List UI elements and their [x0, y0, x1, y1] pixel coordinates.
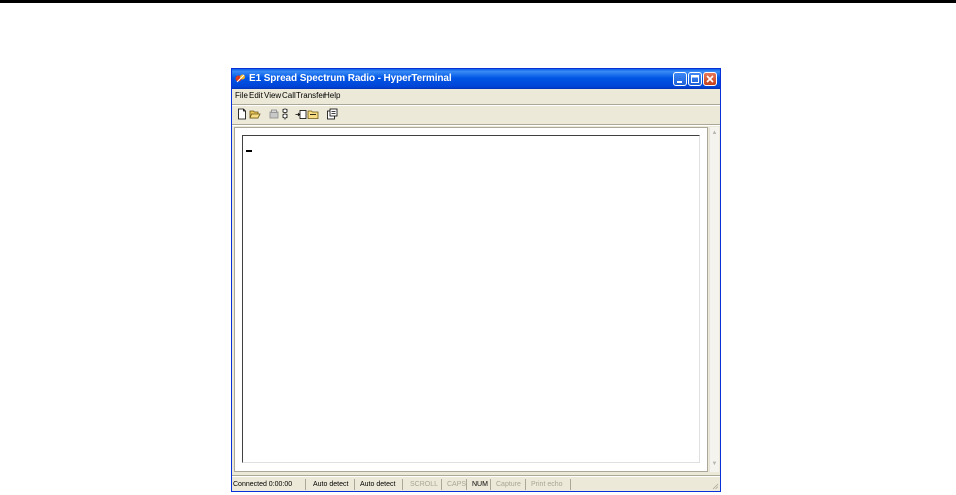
status-detect-2: Auto detect [360, 481, 396, 488]
status-connected: Connected 0:00:00 [233, 481, 293, 488]
window-title: E1 Spread Spectrum Radio - HyperTerminal [249, 73, 452, 84]
disconnect-icon[interactable] [279, 108, 291, 120]
menu-edit[interactable]: Edit [249, 89, 263, 103]
menu-file[interactable]: File [235, 89, 248, 103]
toolbar [232, 106, 720, 123]
status-divider [570, 479, 571, 490]
maximize-button[interactable] [688, 72, 702, 86]
close-button[interactable] [703, 72, 717, 86]
status-divider [525, 479, 526, 490]
status-separator-highlight [232, 476, 720, 477]
top-rule [0, 0, 956, 3]
menu-call[interactable]: Call [282, 89, 296, 103]
status-print-echo: Print echo [531, 481, 563, 488]
properties-icon[interactable] [326, 108, 338, 120]
status-divider [441, 479, 442, 490]
status-scroll: SCROLL [410, 481, 439, 488]
menu-help[interactable]: Help [324, 89, 340, 103]
maximize-icon [691, 75, 699, 83]
minimize-icon [677, 81, 682, 83]
open-folder-icon[interactable] [249, 108, 261, 120]
menu-bar: File Edit View Call Transfer Help [232, 89, 720, 103]
receive-file-icon[interactable] [307, 108, 319, 120]
title-bar[interactable]: E1 Spread Spectrum Radio - HyperTerminal [232, 69, 720, 89]
text-cursor [246, 150, 252, 152]
close-icon [706, 75, 714, 83]
menu-transfer[interactable]: Transfer [296, 89, 326, 103]
terminal-frame [234, 127, 708, 472]
menu-view[interactable]: View [264, 89, 281, 103]
status-bar: Connected 0:00:00 Auto detect Auto detec… [232, 478, 720, 491]
status-divider [490, 479, 491, 490]
hyperterminal-app-icon[interactable] [235, 73, 246, 84]
send-file-icon[interactable] [295, 108, 307, 120]
status-caps: CAPS [447, 481, 467, 488]
minimize-button[interactable] [673, 72, 687, 86]
resize-grip-icon[interactable] [712, 482, 719, 490]
status-divider [402, 479, 403, 490]
status-divider [305, 479, 306, 490]
scroll-up-icon[interactable]: ▲ [711, 129, 718, 137]
hyperterminal-window: E1 Spread Spectrum Radio - HyperTerminal… [231, 68, 721, 492]
status-detect-1: Auto detect [313, 481, 349, 488]
new-document-icon[interactable] [236, 108, 248, 120]
terminal-screen[interactable] [242, 135, 700, 463]
vertical-scrollbar[interactable]: ▲ ▼ [709, 127, 719, 472]
toolbar-separator-highlight [232, 125, 720, 126]
status-divider [354, 479, 355, 490]
status-capture: Capture [496, 481, 521, 488]
status-num: NUM [472, 481, 488, 488]
status-divider [466, 479, 467, 490]
scroll-down-icon[interactable]: ▼ [711, 460, 718, 468]
